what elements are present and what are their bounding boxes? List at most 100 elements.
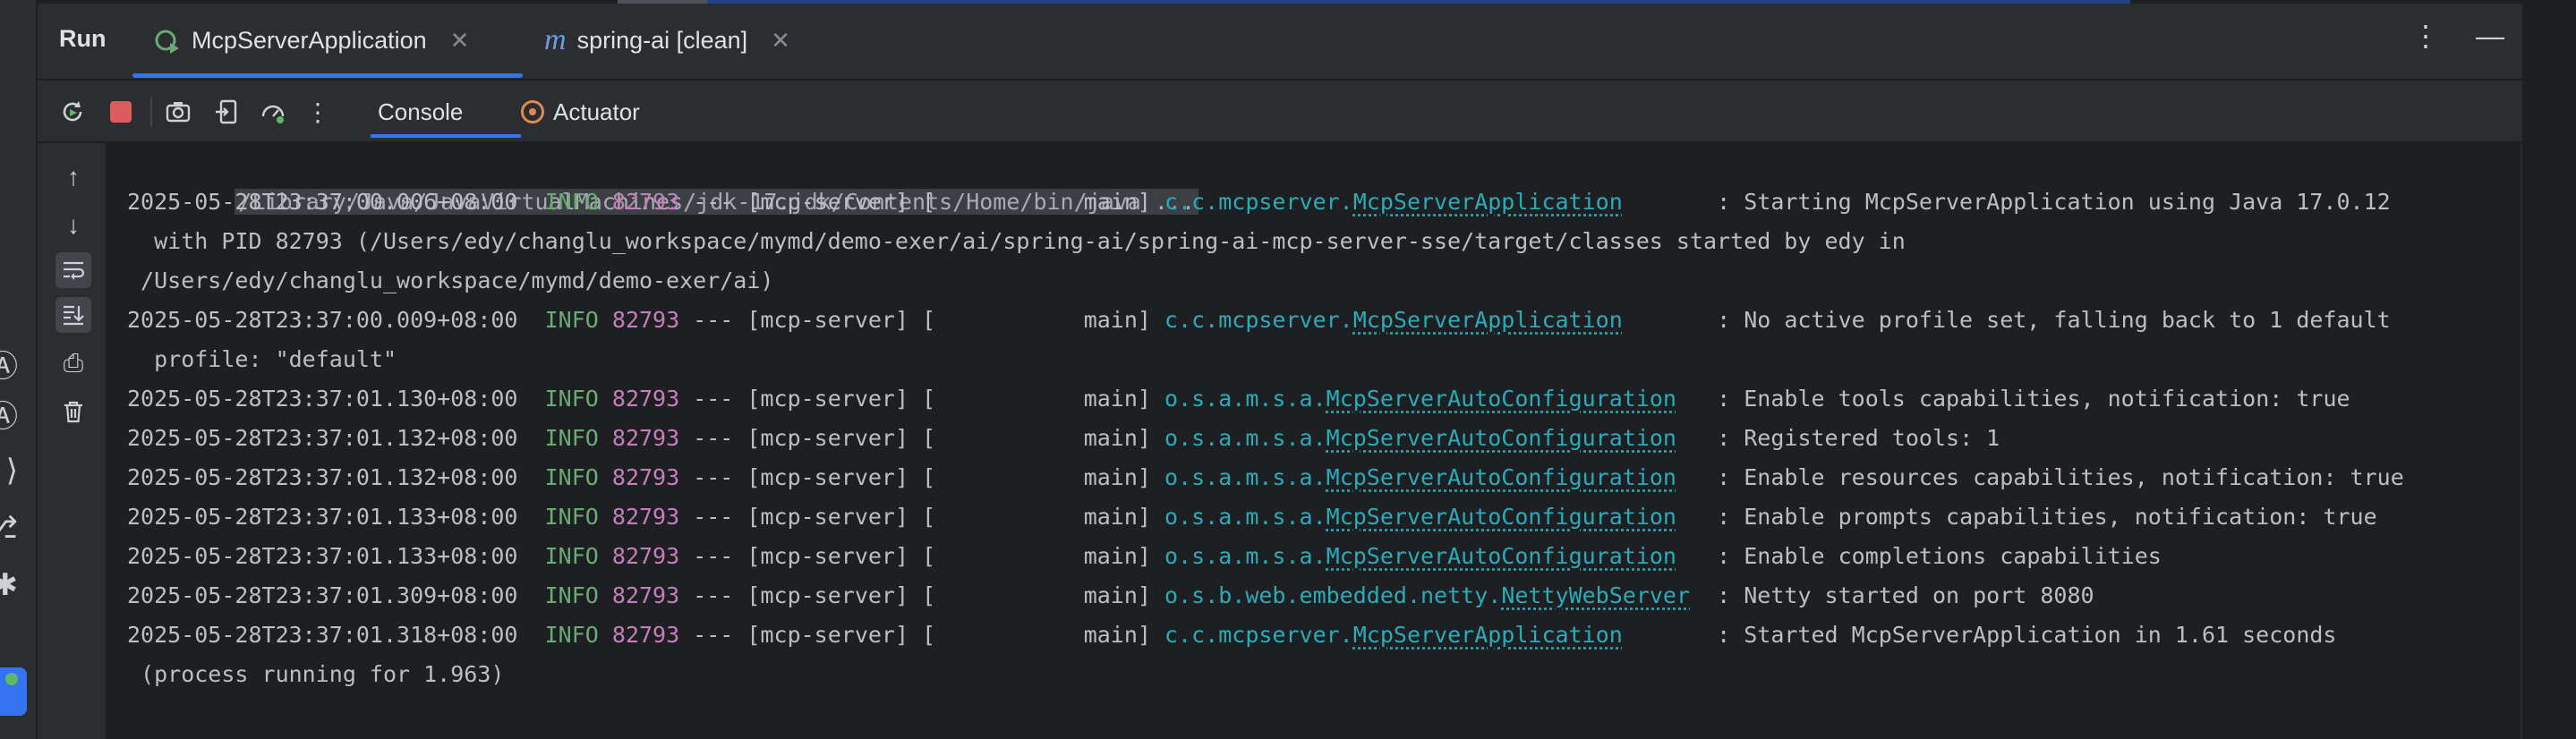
tab-spring-ai-clean[interactable]: m spring-ai [clean] ✕ xyxy=(544,14,790,66)
log-message: : Netty started on port 8080 xyxy=(1717,582,2094,608)
log-logger-class[interactable]: McpServerAutoConfiguration xyxy=(1326,464,1676,490)
run-header: Run McpServerApplication ✕ m spring-ai [… xyxy=(38,4,2522,81)
minimize-icon[interactable]: — xyxy=(2476,21,2504,50)
tab-console[interactable]: Console xyxy=(371,91,471,132)
profiler-glyph xyxy=(261,105,285,123)
tab-actuator[interactable]: Actuator xyxy=(514,91,647,132)
log-logger-class[interactable]: McpServerAutoConfiguration xyxy=(1326,543,1676,569)
log-pad xyxy=(1676,464,1717,490)
log-logger-class[interactable]: McpServerAutoConfiguration xyxy=(1326,386,1676,412)
log-gap xyxy=(518,504,545,530)
header-actions: ⋮ — xyxy=(2411,21,2504,50)
profiler-icon[interactable] xyxy=(258,97,288,127)
more-icon[interactable]: ⋮ xyxy=(303,97,333,127)
log-logger-class[interactable]: McpServerApplication xyxy=(1353,622,1623,648)
log-thread: --- [mcp-server] [ main] xyxy=(679,386,1165,412)
log-level: INFO xyxy=(544,386,599,412)
log-line: 2025-05-28T23:37:01.130+08:00 INFO 82793… xyxy=(127,379,2350,419)
exit-icon[interactable] xyxy=(211,97,242,127)
log-logger-package: o.s.a.m.s.a. xyxy=(1164,464,1326,490)
log-thread: --- [mcp-server] [ main] xyxy=(679,582,1165,608)
close-icon[interactable]: ✕ xyxy=(450,27,470,55)
log-pad xyxy=(1676,504,1717,530)
log-line: 2025-05-28T23:37:01.132+08:00 INFO 82793… xyxy=(127,419,2000,458)
log-level: INFO xyxy=(544,504,599,530)
window-edge xyxy=(2522,0,2576,739)
ai-assistant-icon[interactable]: Ⓐ xyxy=(0,347,18,384)
log-pad xyxy=(1676,425,1717,451)
log-gap xyxy=(518,622,545,648)
trash-glyph xyxy=(64,401,82,423)
running-indicator-icon xyxy=(5,673,18,685)
scroll-up-icon[interactable]: ↑ xyxy=(55,159,91,195)
log-thread: --- [mcp-server] [ main] xyxy=(679,307,1165,333)
log-line: 2025-05-28T23:37:00.009+08:00 INFO 82793… xyxy=(127,301,2391,340)
log-gap xyxy=(518,307,545,333)
log-logger-class[interactable]: McpServerApplication xyxy=(1353,189,1623,215)
close-icon[interactable]: ✕ xyxy=(771,27,790,55)
log-logger-package: c.c.mcpserver. xyxy=(1164,307,1353,333)
log-logger-class[interactable]: McpServerAutoConfiguration xyxy=(1326,504,1676,530)
log-gap xyxy=(518,464,545,490)
print-icon[interactable]: ⎙ xyxy=(55,345,91,381)
log-timestamp: 2025-05-28T23:37:01.309+08:00 xyxy=(127,582,518,608)
actuator-icon xyxy=(521,100,544,123)
log-timestamp: 2025-05-28T23:37:00.006+08:00 xyxy=(127,189,518,215)
run-toolbar: ⋮ Console Actuator xyxy=(38,81,2522,143)
screenshot-icon[interactable] xyxy=(163,97,193,127)
log-continuation: /Users/edy/changlu_workspace/mymd/demo-e… xyxy=(127,268,774,293)
run-tool-window: Run McpServerApplication ✕ m spring-ai [… xyxy=(38,4,2522,739)
log-gap xyxy=(599,307,612,333)
log-thread: --- [mcp-server] [ main] xyxy=(679,622,1165,648)
log-logger-class[interactable]: NettyWebServer xyxy=(1501,582,1690,608)
more-options-icon[interactable]: ⋮ xyxy=(2411,21,2440,50)
log-gap xyxy=(518,386,545,412)
log-level: INFO xyxy=(544,307,599,333)
log-pid: 82793 xyxy=(611,386,680,412)
ai-chat-icon[interactable]: Ⓐ xyxy=(0,397,18,434)
log-timestamp: 2025-05-28T23:37:01.132+08:00 xyxy=(127,464,518,490)
console-side-toolbar: ↑ ↓ ⎙ xyxy=(38,143,106,739)
log-logger-class[interactable]: McpServerApplication xyxy=(1353,307,1623,333)
log-message: : Enable prompts capabilities, notificat… xyxy=(1717,504,2377,530)
log-message: : Enable resources capabilities, notific… xyxy=(1717,464,2404,490)
log-timestamp: 2025-05-28T23:37:01.133+08:00 xyxy=(127,543,518,569)
scroll-to-end-icon[interactable] xyxy=(55,297,91,333)
soft-wrap-icon[interactable] xyxy=(55,252,91,288)
log-gap xyxy=(599,464,612,490)
log-continuation: profile: "default" xyxy=(127,346,397,372)
git-icon[interactable]: ⎇ xyxy=(0,511,18,545)
stop-icon[interactable] xyxy=(106,97,136,127)
log-gap xyxy=(599,189,612,215)
exit-glyph xyxy=(216,99,237,124)
scroll-down-icon[interactable]: ↓ xyxy=(55,208,91,243)
debug-icon[interactable]: ✱ xyxy=(0,568,18,602)
ide-window: Ⓐ Ⓐ ⟩ ⎇ ✱ Run McpServerApplication ✕ m s… xyxy=(0,0,2576,739)
log-logger-class[interactable]: McpServerAutoConfiguration xyxy=(1326,425,1676,451)
rerun-icon[interactable] xyxy=(57,97,88,127)
spring-boot-run-icon xyxy=(155,30,179,54)
log-message: : Enable completions capabilities xyxy=(1717,543,2162,569)
log-pid: 82793 xyxy=(611,464,680,490)
log-pad xyxy=(1676,543,1717,569)
log-message: : Registered tools: 1 xyxy=(1717,425,2000,451)
tab-mcp-server-application[interactable]: McpServerApplication ✕ xyxy=(154,14,469,66)
log-pid: 82793 xyxy=(611,543,680,569)
services-icon[interactable]: ⟩ xyxy=(0,454,18,488)
log-level: INFO xyxy=(544,189,599,215)
log-level: INFO xyxy=(544,622,599,648)
log-gap xyxy=(599,425,612,451)
log-logger-package: c.c.mcpserver. xyxy=(1164,189,1353,215)
clear-all-icon[interactable] xyxy=(55,394,91,429)
log-message: : No active profile set, falling back to… xyxy=(1717,307,2391,333)
tab-label: McpServerApplication xyxy=(192,26,427,54)
log-pid: 82793 xyxy=(611,307,680,333)
rerun-glyph xyxy=(63,101,82,122)
camera-glyph xyxy=(166,102,191,123)
console-output[interactable]: /Library/Java/JavaVirtualMachines/jdk-17… xyxy=(106,143,2521,739)
tab-label: spring-ai [clean] xyxy=(576,26,748,54)
log-pid: 82793 xyxy=(611,425,680,451)
log-level: INFO xyxy=(544,464,599,490)
stop-square xyxy=(110,101,132,123)
log-pad xyxy=(1623,189,1717,215)
